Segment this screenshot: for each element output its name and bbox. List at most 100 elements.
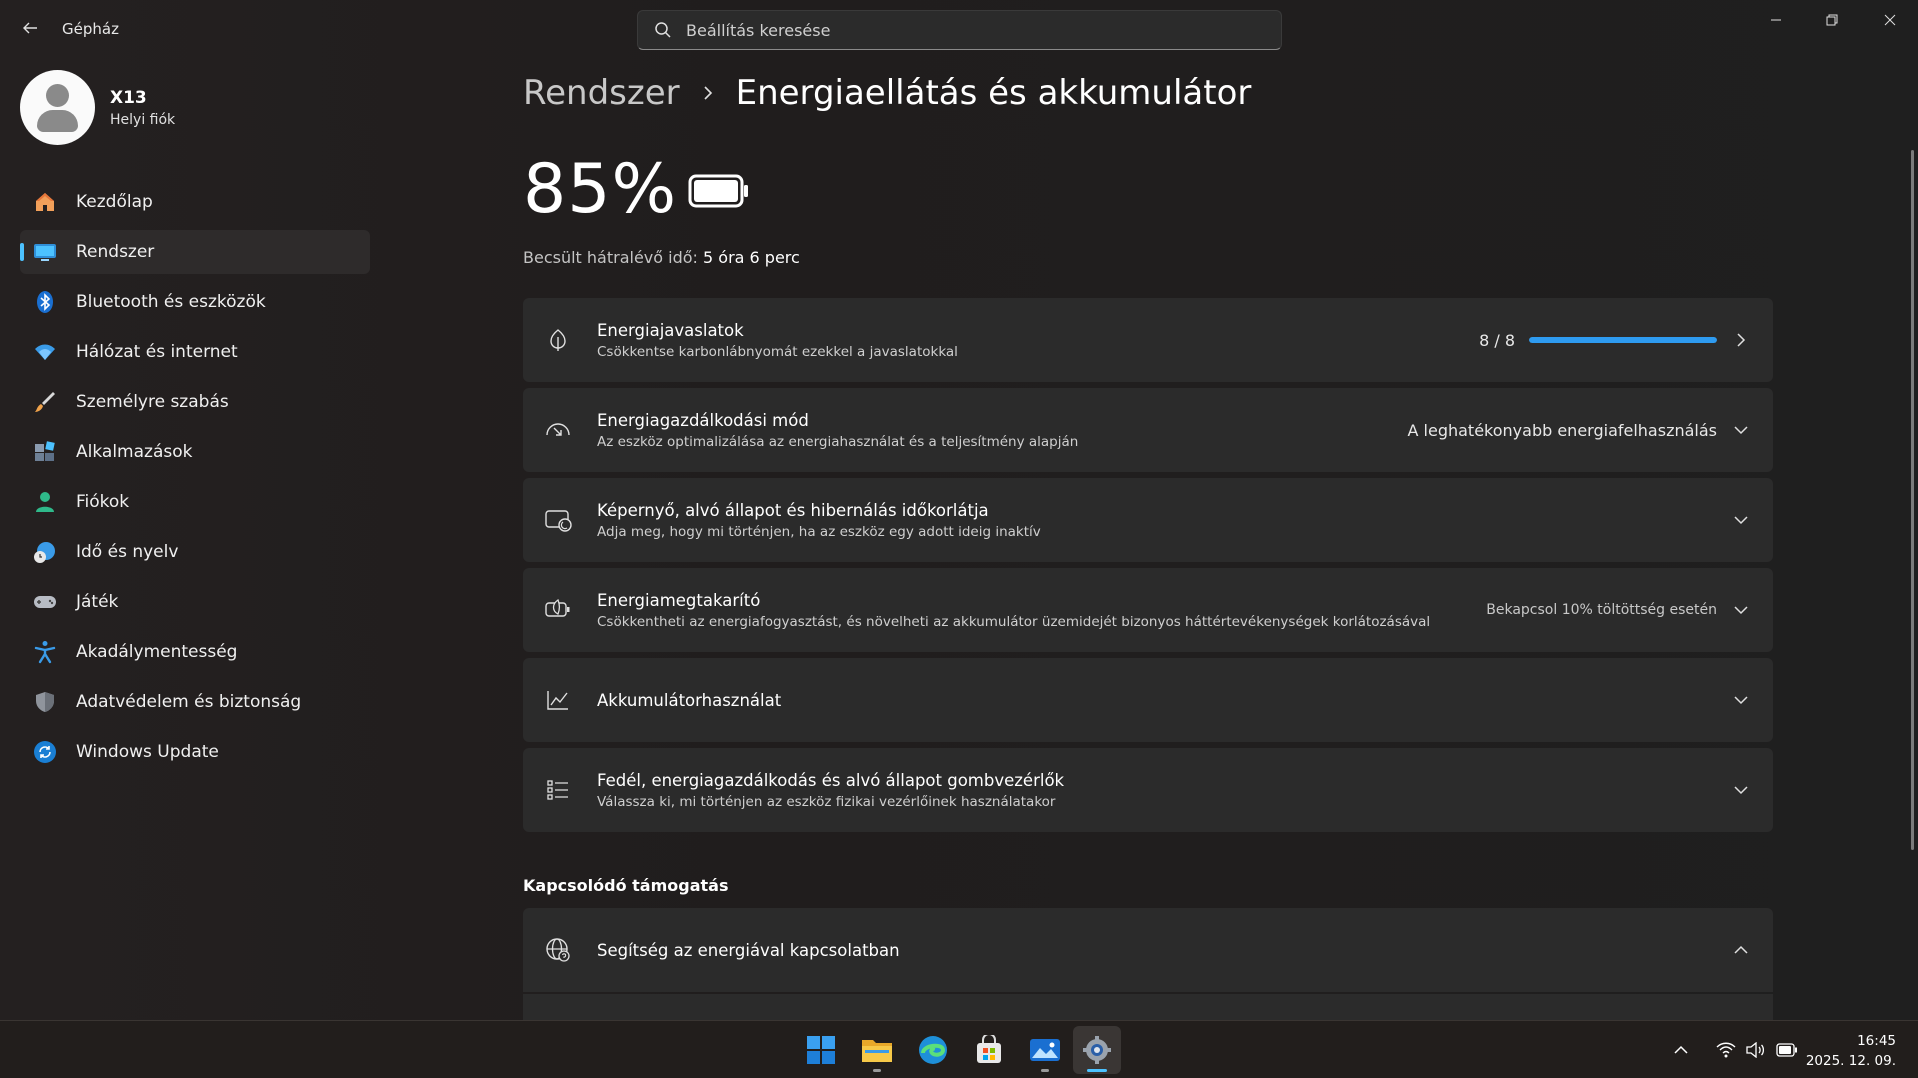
card-title: Képernyő, alvó állapot és hibernálás idő… bbox=[597, 500, 989, 520]
battery-percentage: 85% bbox=[523, 150, 678, 229]
tray-overflow-button[interactable] bbox=[1668, 1045, 1694, 1055]
energy-recommendations-card[interactable]: Energiajavaslatok Csökkentse karbonlábny… bbox=[523, 298, 1773, 382]
paintbrush-icon bbox=[32, 389, 58, 415]
start-button[interactable] bbox=[797, 1026, 845, 1074]
help-card-expanded-area bbox=[523, 994, 1773, 1020]
chevron-right-icon bbox=[1731, 298, 1751, 382]
vertical-scrollbar[interactable] bbox=[1911, 150, 1914, 850]
breadcrumb-parent[interactable]: Rendszer bbox=[523, 73, 680, 113]
screen-sleep-icon bbox=[543, 478, 573, 562]
sidebar-item-gaming[interactable]: Játék bbox=[20, 580, 370, 624]
taskbar: 16:45 2025. 12. 09. bbox=[0, 1020, 1918, 1078]
taskbar-settings[interactable] bbox=[1073, 1026, 1121, 1074]
clock-time: 16:45 bbox=[1857, 1033, 1896, 1049]
sidebar-item-label: Hálózat és internet bbox=[76, 342, 238, 362]
chevron-up-icon bbox=[1731, 908, 1751, 992]
card-subtitle: Válassza ki, mi történjen az eszköz fizi… bbox=[597, 793, 1056, 810]
related-support-heading: Kapcsolódó támogatás bbox=[523, 876, 729, 895]
energy-help-card[interactable]: Segítség az energiával kapcsolatban bbox=[523, 908, 1773, 992]
minimize-button[interactable] bbox=[1748, 0, 1804, 40]
sidebar-item-label: Akadálymentesség bbox=[76, 642, 238, 662]
chart-line-icon bbox=[543, 658, 573, 742]
accessibility-icon bbox=[32, 639, 58, 665]
search-icon bbox=[655, 22, 671, 38]
start-icon bbox=[807, 1036, 835, 1064]
taskbar-clock[interactable]: 16:45 2025. 12. 09. bbox=[1806, 1031, 1896, 1071]
energy-saver-icon bbox=[543, 568, 573, 652]
energy-saver-card[interactable]: Energiamegtakarító Csökkentheti az energ… bbox=[523, 568, 1773, 652]
card-subtitle: Az eszköz optimalizálása az energiahaszn… bbox=[597, 433, 1079, 450]
settings-icon bbox=[1083, 1036, 1111, 1064]
profile-account-type: Helyi fiók bbox=[110, 111, 176, 128]
sidebar-item-home[interactable]: Kezdőlap bbox=[20, 180, 370, 224]
sidebar-item-label: Személyre szabás bbox=[76, 392, 229, 412]
sidebar-item-windows-update[interactable]: Windows Update bbox=[20, 730, 370, 774]
bluetooth-icon bbox=[32, 289, 58, 315]
battery-status-button[interactable] bbox=[1776, 1043, 1798, 1057]
chevron-down-icon bbox=[1731, 568, 1751, 652]
sidebar-item-personalization[interactable]: Személyre szabás bbox=[20, 380, 370, 424]
sidebar-item-label: Adatvédelem és biztonság bbox=[76, 692, 302, 712]
home-icon bbox=[32, 189, 58, 215]
clock-date: 2025. 12. 09. bbox=[1805, 1053, 1896, 1069]
screen-sleep-card[interactable]: Képernyő, alvó állapot és hibernálás idő… bbox=[523, 478, 1773, 562]
sidebar-item-system[interactable]: Rendszer bbox=[20, 230, 370, 274]
photos-icon bbox=[1030, 1039, 1060, 1061]
sidebar-item-accessibility[interactable]: Akadálymentesség bbox=[20, 630, 370, 674]
sidebar-nav: Kezdőlap Rendszer Bluetooth és eszközök … bbox=[20, 180, 370, 780]
chevron-down-icon bbox=[1731, 748, 1751, 832]
remaining-time: Becsült hátralévő idő: 5 óra 6 perc bbox=[523, 248, 800, 267]
close-icon bbox=[1884, 14, 1896, 26]
remaining-time-value: 5 óra 6 perc bbox=[703, 248, 800, 267]
system-tray bbox=[1668, 1021, 1798, 1078]
breadcrumb: Rendszer Energiaellátás és akkumulátor bbox=[523, 73, 1251, 113]
power-mode-value: A leghatékonyabb energiafelhasználás bbox=[1407, 420, 1718, 440]
wifi-icon bbox=[32, 339, 58, 365]
sidebar-item-time-language[interactable]: Idő és nyelv bbox=[20, 530, 370, 574]
lid-buttons-card[interactable]: Fedél, energiagazdálkodás és alvó állapo… bbox=[523, 748, 1773, 832]
power-mode-card[interactable]: Energiagazdálkodási mód Az eszköz optima… bbox=[523, 388, 1773, 472]
search-box[interactable] bbox=[637, 10, 1282, 50]
battery-tray-icon bbox=[1776, 1043, 1797, 1057]
list-icon bbox=[543, 748, 573, 832]
restore-button[interactable] bbox=[1804, 0, 1860, 40]
leaf-icon bbox=[543, 298, 573, 382]
chevron-right-icon bbox=[702, 85, 714, 101]
close-button[interactable] bbox=[1862, 0, 1918, 40]
sidebar-item-accounts[interactable]: Fiókok bbox=[20, 480, 370, 524]
card-title: Energiajavaslatok bbox=[597, 320, 744, 340]
back-button[interactable] bbox=[14, 12, 46, 44]
globe-icon bbox=[543, 908, 573, 992]
taskbar-store[interactable] bbox=[965, 1026, 1013, 1074]
avatar bbox=[20, 70, 95, 145]
battery-usage-card[interactable]: Akkumulátorhasználat bbox=[523, 658, 1773, 742]
card-title: Energiagazdálkodási mód bbox=[597, 410, 809, 430]
card-subtitle: Csökkentheti az energiafogyasztást, és n… bbox=[597, 613, 1431, 630]
taskbar-file-explorer[interactable] bbox=[853, 1026, 901, 1074]
search-input[interactable] bbox=[686, 20, 1246, 40]
sidebar-item-privacy[interactable]: Adatvédelem és biztonság bbox=[20, 680, 370, 724]
card-title: Fedél, energiagazdálkodás és alvó állapo… bbox=[597, 770, 1065, 790]
minimize-icon bbox=[1771, 19, 1781, 21]
title-bar: Gépház bbox=[0, 0, 1918, 60]
network-status-button[interactable] bbox=[1716, 1042, 1736, 1058]
taskbar-photos[interactable] bbox=[1021, 1026, 1069, 1074]
sidebar-item-network[interactable]: Hálózat és internet bbox=[20, 330, 370, 374]
chevron-down-icon bbox=[1731, 658, 1751, 742]
remaining-time-label: Becsült hátralévő idő: bbox=[523, 248, 698, 267]
card-subtitle: Adja meg, hogy mi történjen, ha az eszkö… bbox=[597, 523, 1041, 540]
sidebar-item-label: Kezdőlap bbox=[76, 192, 153, 212]
energy-saver-value: Bekapcsol 10% töltöttség esetén bbox=[1486, 602, 1717, 618]
shield-icon bbox=[32, 689, 58, 715]
taskbar-edge[interactable] bbox=[909, 1026, 957, 1074]
user-profile[interactable]: X13 Helyi fiók bbox=[20, 70, 175, 145]
sidebar-item-label: Idő és nyelv bbox=[76, 542, 179, 562]
globe-clock-icon bbox=[32, 539, 58, 565]
sidebar-item-apps[interactable]: Alkalmazások bbox=[20, 430, 370, 474]
app-title: Gépház bbox=[62, 20, 119, 38]
progress-fill bbox=[1529, 337, 1717, 343]
sidebar-item-label: Játék bbox=[76, 592, 119, 612]
profile-name: X13 bbox=[110, 87, 147, 108]
volume-button[interactable] bbox=[1746, 1042, 1766, 1058]
sidebar-item-bluetooth[interactable]: Bluetooth és eszközök bbox=[20, 280, 370, 324]
